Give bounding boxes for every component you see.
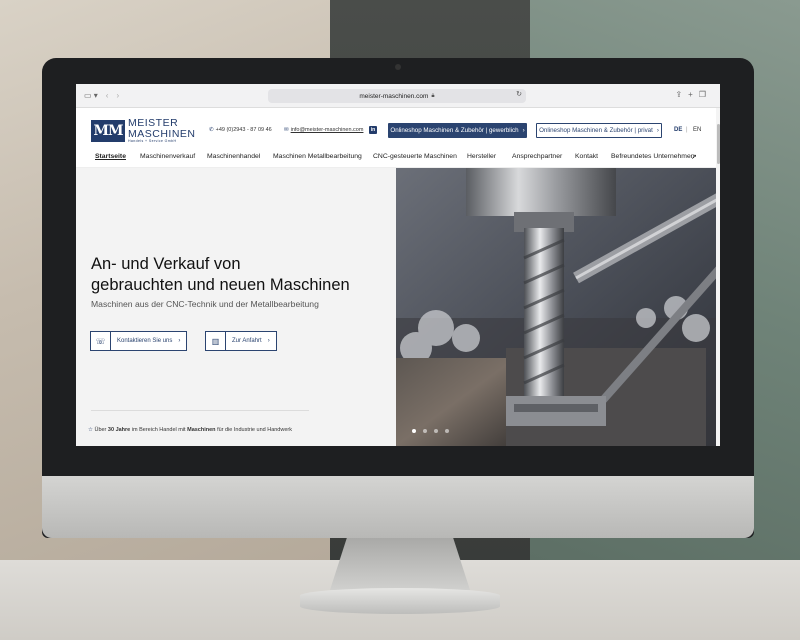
logo-title: MEISTER: [128, 117, 179, 129]
main-nav: Startseite Maschinenverkauf Maschinenhan…: [76, 148, 720, 168]
note-machines: Maschinen: [187, 427, 216, 433]
slider-dot[interactable]: [445, 429, 449, 433]
hero-divider: [91, 410, 309, 411]
logo-subtitle: Handels + Service GmbH: [128, 139, 177, 143]
directions-label: Zur Anfahrt: [232, 338, 262, 344]
browser-toolbar: ▭ ▾ ‹ › meister-maschinen.com 🔒︎ ↻ ⇪+❐: [76, 84, 720, 108]
star-icon: ☆: [88, 427, 93, 433]
slider-dot[interactable]: [412, 429, 416, 433]
note-prefix: Über: [94, 427, 107, 433]
shop-private-label: Onlineshop Maschinen & Zubehör | privat: [539, 127, 653, 134]
nav-item-startseite[interactable]: Startseite: [95, 153, 126, 160]
arrow-right-icon: ›: [267, 338, 270, 344]
slider-dot[interactable]: [423, 429, 427, 433]
map-icon: ▥: [206, 332, 226, 350]
lock-icon: 🔒︎: [431, 92, 435, 99]
tabs-icon[interactable]: ❐: [699, 90, 712, 99]
arrow-right-icon: ›: [522, 127, 525, 134]
nav-item-maschinenhandel[interactable]: Maschinenhandel: [207, 153, 260, 160]
plus-icon[interactable]: +: [688, 90, 699, 99]
hero-photo-illustration: [396, 168, 720, 446]
site-header: MM MEISTER MASCHINEN Handels + Service G…: [76, 108, 720, 148]
note-suffix: für die Industrie und Handwerk: [217, 427, 292, 433]
hero-subtitle: Maschinen aus der CNC-Technik und der Me…: [91, 299, 319, 309]
reload-icon[interactable]: ↻: [516, 90, 522, 98]
lang-separator: |: [686, 127, 688, 133]
logo-mark: MM: [91, 119, 125, 142]
hero-title: An- und Verkauf von gebrauchten und neue…: [91, 254, 391, 296]
handshake-icon: ☏: [91, 332, 111, 350]
nav-item-befreundetes[interactable]: Befreundetes Unternehmen: [611, 153, 695, 160]
address-bar[interactable]: meister-maschinen.com 🔒︎ ↻: [268, 89, 526, 103]
nav-item-hersteller[interactable]: Hersteller: [467, 153, 496, 160]
mail-icon: ✉: [284, 127, 289, 133]
shop-private-button[interactable]: Onlineshop Maschinen & Zubehör | privat …: [536, 123, 662, 138]
page-scrollbar-thumb[interactable]: [717, 124, 720, 164]
arrow-right-icon: ›: [656, 127, 659, 134]
hero-title-line1: An- und Verkauf von: [91, 255, 241, 273]
external-link-icon: ↗: [691, 154, 697, 161]
url-text: meister-maschinen.com: [359, 92, 429, 100]
hero-text-panel: An- und Verkauf von gebrauchten und neue…: [76, 168, 396, 446]
shop-business-label: Onlineshop Maschinen & Zubehör | gewerbl…: [390, 127, 519, 134]
phone-contact[interactable]: ✆ +49 (0)2943 - 87 09 46: [209, 127, 272, 133]
linkedin-icon[interactable]: in: [369, 126, 377, 134]
contact-us-label: Kontaktieren Sie uns: [117, 338, 173, 344]
monitor-foot: [300, 588, 500, 614]
contact-us-button[interactable]: ☏ Kontaktieren Sie uns ›: [90, 331, 188, 351]
chevron-left-icon[interactable]: ‹: [106, 91, 109, 100]
share-icon[interactable]: ⇪: [675, 90, 688, 99]
slider-dot[interactable]: [434, 429, 438, 433]
lang-de[interactable]: DE: [674, 127, 682, 133]
email-link[interactable]: info@meister-maschinen.com: [291, 127, 364, 133]
site-logo[interactable]: MM MEISTER MASCHINEN Handels + Service G…: [91, 118, 196, 144]
phone-icon: ✆: [209, 127, 214, 133]
directions-button[interactable]: ▥ Zur Anfahrt ›: [205, 331, 277, 351]
logo-text: MEISTER MASCHINEN Handels + Service GmbH: [128, 118, 196, 144]
hero-note: ☆ Über 30 Jahre im Bereich Handel mit Ma…: [88, 427, 292, 433]
nav-item-kontakt[interactable]: Kontakt: [575, 153, 598, 160]
chevron-right-icon[interactable]: ›: [116, 91, 119, 100]
sidebar-icon[interactable]: ▭ ▾: [84, 91, 98, 100]
browser-actions: ⇪+❐: [675, 90, 712, 99]
camera-icon: [395, 64, 401, 70]
note-years: 30 Jahre: [107, 427, 131, 433]
note-middle: im Bereich Handel mit: [131, 427, 186, 433]
email-contact[interactable]: ✉ info@meister-maschinen.com: [284, 127, 363, 133]
arrow-right-icon: ›: [178, 338, 181, 344]
nav-item-metallbearbeitung[interactable]: Maschinen Metallbearbeitung: [273, 153, 362, 160]
hero-image-cnc-mill: [396, 168, 720, 446]
nav-item-maschinenverkauf[interactable]: Maschinenverkauf: [140, 153, 195, 160]
monitor-stand: [330, 538, 470, 590]
phone-number: +49 (0)2943 - 87 09 46: [215, 127, 272, 133]
nav-item-cnc[interactable]: CNC-gesteuerte Maschinen: [373, 153, 457, 160]
hero-title-line2: gebrauchten und neuen Maschinen: [91, 276, 350, 294]
monitor-chin: [42, 476, 754, 538]
nav-item-ansprechpartner[interactable]: Ansprechpartner: [512, 153, 562, 160]
slider-dots: [412, 429, 449, 433]
screen: ▭ ▾ ‹ › meister-maschinen.com 🔒︎ ↻ ⇪+❐ M…: [76, 84, 720, 446]
shop-business-button[interactable]: Onlineshop Maschinen & Zubehör | gewerbl…: [388, 123, 527, 138]
lang-en[interactable]: EN: [693, 127, 701, 133]
logo-title-2: MASCHINEN: [128, 127, 196, 140]
